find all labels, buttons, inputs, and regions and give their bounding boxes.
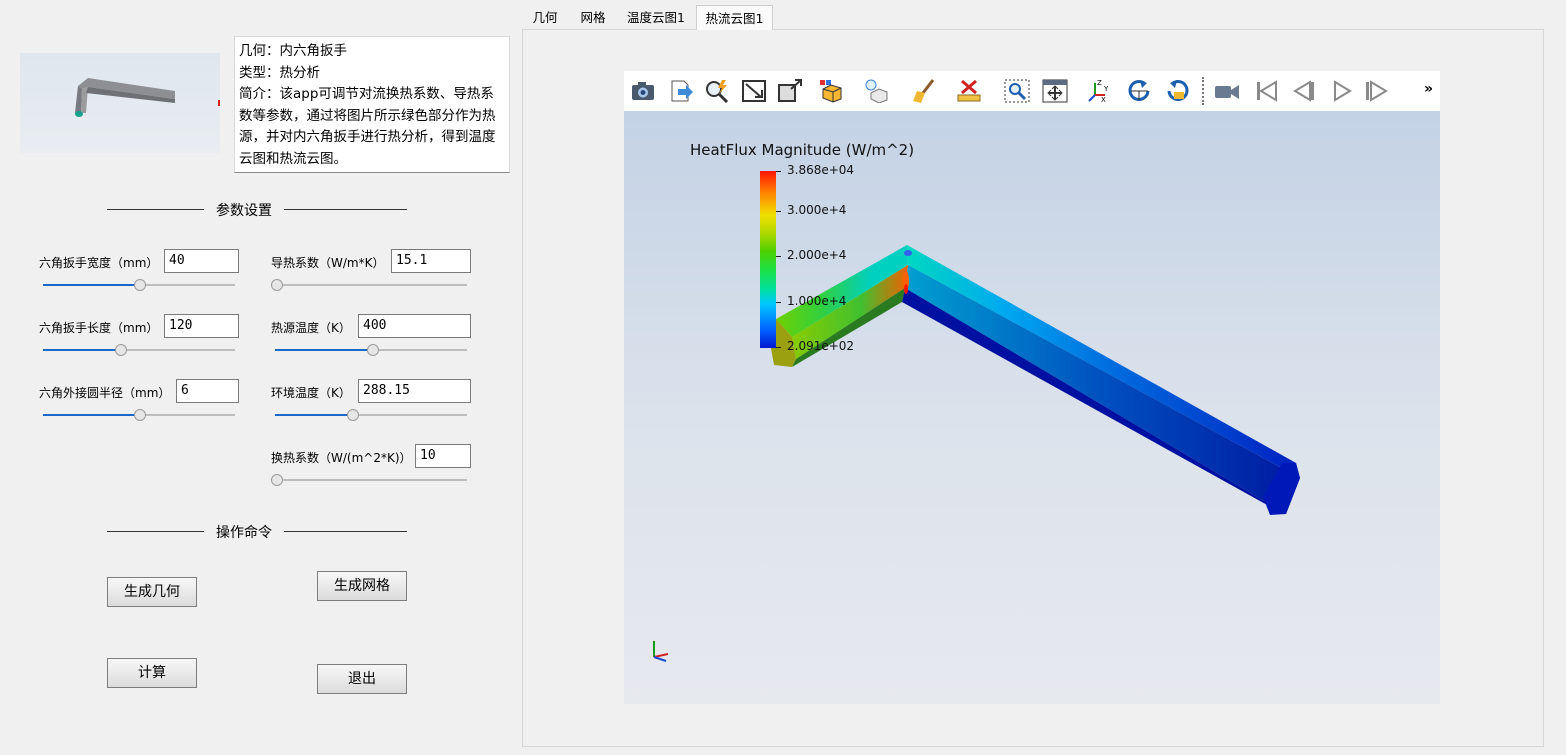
orientation-axes-icon [653, 641, 669, 662]
legend-tick [776, 171, 781, 172]
legend-tick-label: 2.000e+4 [787, 248, 847, 262]
legend-tick [776, 211, 781, 212]
heat-transfer-coef-slider[interactable] [271, 473, 467, 487]
ambient-temp-input[interactable]: 288.15 [358, 379, 471, 403]
param-label-hex-radius: 六角外接圆半径（mm） [39, 386, 171, 400]
ambient-temp-slider[interactable] [275, 408, 467, 422]
source-temp-slider[interactable] [275, 343, 467, 357]
reset-rotate-icon[interactable] [1164, 79, 1190, 103]
param-label-source-temp: 热源温度（K） [271, 321, 351, 335]
clear-icon[interactable] [911, 79, 937, 103]
exit-button[interactable]: 退出 [317, 664, 407, 694]
divider-left [107, 209, 204, 210]
slider-handle[interactable] [367, 344, 379, 356]
slider-handle[interactable] [347, 409, 359, 421]
legend-tick [776, 302, 781, 303]
svg-text:Y: Y [1103, 85, 1109, 93]
color-legend-bar [760, 171, 776, 348]
3d-viewport[interactable]: HeatFlux Magnitude (W/m^2) 3.868e+04 3.0… [624, 111, 1440, 704]
param-label-ambient-temp: 环境温度（K） [271, 386, 351, 400]
svg-text:X: X [1101, 96, 1106, 103]
export-icon[interactable] [668, 79, 694, 103]
pan-icon[interactable] [1042, 79, 1068, 103]
slider-handle[interactable] [271, 279, 283, 291]
tab-heatflux-contour[interactable]: 热流云图1 [696, 5, 773, 30]
hex-radius-slider[interactable] [43, 408, 235, 422]
slider-handle[interactable] [115, 344, 127, 356]
legend-tick [776, 347, 781, 348]
toolbar-more-button[interactable]: » [1424, 81, 1433, 97]
description-geometry: 几何：内六角扳手 [239, 43, 347, 59]
description-type: 类型：热分析 [239, 64, 320, 81]
viewer-toolbar: Z YX » [624, 71, 1440, 111]
slider-handle[interactable] [134, 279, 146, 291]
commands-section-title: 操作命令 [216, 525, 272, 541]
legend-tick-label: 3.000e+4 [787, 203, 847, 217]
source-temp-input[interactable]: 400 [358, 314, 471, 338]
generate-mesh-button[interactable]: 生成网格 [317, 571, 407, 601]
param-label-wrench-length: 六角扳手长度（mm） [39, 321, 159, 335]
wrench-width-slider[interactable] [43, 278, 235, 292]
measure-icon[interactable] [956, 79, 982, 103]
toolbar-separator [1202, 77, 1204, 105]
play-icon[interactable] [1329, 79, 1355, 103]
param-label-conductivity: 导热系数（W/m*K） [271, 256, 385, 270]
compute-button[interactable]: 计算 [107, 658, 197, 688]
query-icon[interactable] [704, 79, 730, 103]
camera-icon[interactable] [630, 79, 656, 103]
params-section-title: 参数设置 [216, 203, 272, 219]
wrench-length-slider[interactable] [43, 343, 235, 357]
conductivity-slider[interactable] [271, 278, 467, 292]
divider-right [284, 531, 407, 532]
geometry-thumbnail [20, 53, 220, 153]
param-label-wrench-width: 六角扳手宽度（mm） [39, 256, 159, 270]
legend-tick-label: 3.868e+04 [787, 163, 855, 177]
description-intro: 简介：该app可调节对流换热系数、导热系数等参数，通过将图片所示绿色部分作为热源… [239, 86, 496, 167]
legend-tick-label: 2.091e+02 [787, 339, 855, 353]
hex-radius-input[interactable]: 6 [176, 379, 239, 403]
svg-text:Z: Z [1097, 79, 1102, 87]
divider-right [284, 209, 407, 210]
zoom-area-icon[interactable] [1004, 79, 1030, 103]
zoom-box-icon[interactable] [777, 79, 803, 103]
tab-mesh[interactable]: 网格 [570, 5, 616, 30]
slider-handle[interactable] [134, 409, 146, 421]
wrench-width-input[interactable]: 40 [164, 249, 239, 273]
legend-tick-label: 1.000e+4 [787, 294, 847, 308]
wrench-model [770, 245, 1300, 515]
light-icon[interactable] [863, 79, 889, 103]
divider-left [107, 531, 204, 532]
app-description: 几何：内六角扳手 类型：热分析 简介：该app可调节对流换热系数、导热系数等参数… [234, 36, 510, 173]
tab-temperature-contour[interactable]: 温度云图1 [618, 5, 694, 30]
slider-handle[interactable] [271, 474, 283, 486]
legend-title: HeatFlux Magnitude (W/m^2) [690, 141, 915, 159]
wrench-length-input[interactable]: 120 [164, 314, 239, 338]
heat-transfer-coef-input[interactable]: 10 [415, 444, 471, 468]
previous-frame-icon[interactable] [1290, 79, 1316, 103]
legend-tick [776, 256, 781, 257]
generate-geometry-button[interactable]: 生成几何 [107, 577, 197, 607]
next-frame-icon[interactable] [1364, 79, 1390, 103]
rotate-icon[interactable] [1127, 79, 1153, 103]
first-frame-icon[interactable] [1254, 79, 1280, 103]
axes-icon[interactable]: Z YX [1087, 79, 1113, 103]
record-icon[interactable] [1214, 79, 1240, 103]
conductivity-input[interactable]: 15.1 [391, 249, 471, 273]
param-label-heat-transfer-coef: 换热系数（W/(m^2*K)） [271, 451, 412, 465]
color-display-icon[interactable] [819, 79, 845, 103]
fit-view-icon[interactable] [741, 79, 767, 103]
tab-geometry[interactable]: 几何 [522, 5, 568, 30]
